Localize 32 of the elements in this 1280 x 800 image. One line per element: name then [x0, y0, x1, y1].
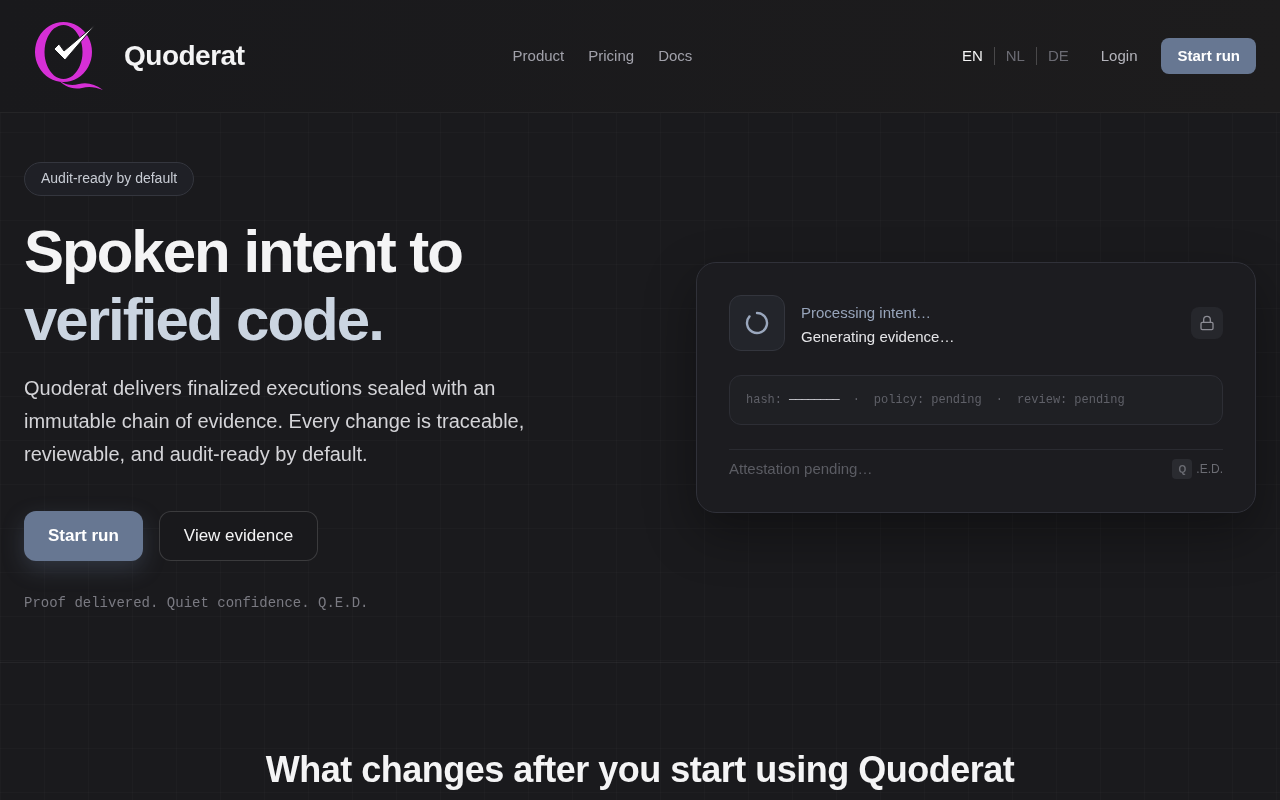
tagline-text: Proof delivered. Quiet confidence. Q.E.D. — [24, 593, 369, 613]
lock-icon — [1199, 314, 1215, 331]
logo-icon — [35, 22, 103, 90]
status-title: Processing intent… — [801, 302, 933, 323]
nav-link[interactable]: Product — [512, 44, 565, 68]
separator-dot: · — [995, 391, 1003, 409]
separator-dot: · — [852, 391, 860, 409]
start-run-button[interactable]: Start run — [1161, 38, 1256, 74]
spinner-icon — [745, 310, 769, 335]
evidence-value: ———————— — [789, 391, 839, 409]
headline-text: Spoken intent to — [24, 217, 462, 286]
lock-button[interactable] — [1191, 306, 1223, 339]
headline-accent-text: verified code. — [24, 285, 384, 354]
seal-mark: Q — [1172, 459, 1193, 479]
evidence-label: policy: — [873, 391, 925, 409]
login-link[interactable]: Login — [1100, 44, 1138, 68]
language-option[interactable]: EN — [956, 44, 988, 68]
status-subtitle: Generating evidence… — [801, 327, 955, 348]
audit-badge: Audit-ready by default — [24, 161, 195, 196]
nav-link[interactable]: Docs — [658, 44, 693, 68]
evidence-value: pending — [931, 391, 982, 409]
hero-description: Quoderat delivers finalized executions sealed with an immutable chain of evidence. Every change is traceable, reviewable, and audit-ready by default. — [24, 375, 526, 467]
brand-name: Quoderat — [124, 39, 245, 73]
evidence-label: hash: — [746, 391, 782, 409]
section-heading: What changes after you start using Quoderat — [265, 748, 1015, 792]
nav-link[interactable]: Pricing — [588, 44, 635, 68]
seal-text: .E.D. — [1196, 461, 1223, 478]
evidence-value: pending — [1074, 391, 1125, 409]
start-run-button[interactable]: Start run — [24, 510, 143, 561]
evidence-label: review: — [1016, 391, 1068, 409]
view-evidence-button[interactable]: View evidence — [158, 510, 319, 561]
attestation-text: Attestation pending… — [729, 458, 873, 479]
